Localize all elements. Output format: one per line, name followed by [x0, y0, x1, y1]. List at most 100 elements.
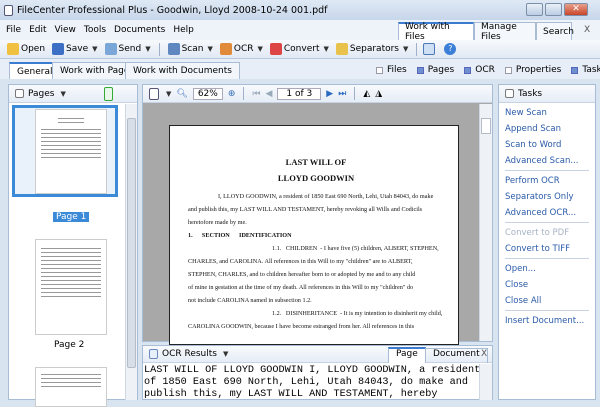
- tab-label: Search: [543, 26, 574, 37]
- scrollbar-thumb[interactable]: [127, 118, 136, 368]
- ocr-close-button[interactable]: X: [481, 349, 487, 359]
- tab-label: Work with Files: [405, 22, 450, 42]
- rotate-right-icon[interactable]: ◮: [375, 89, 382, 99]
- tasks-list: New Scan Append Scan Scan to Word Advanced …: [499, 103, 595, 329]
- page-thumbnail-2[interactable]: [35, 239, 107, 335]
- panel-toggles: Files Pages OCR Properties Tasks: [376, 65, 600, 75]
- ocr-tab-page[interactable]: Page: [388, 347, 426, 363]
- close-tabs-button[interactable]: X: [584, 25, 590, 35]
- save-button[interactable]: Save ▼: [50, 43, 99, 55]
- menu-file[interactable]: File: [6, 25, 21, 35]
- separators-icon: [335, 43, 348, 55]
- tab-work-with-documents[interactable]: Work with Documents: [125, 62, 240, 79]
- zoom-out-icon[interactable]: 🔍︎: [176, 89, 187, 99]
- toggle-files[interactable]: Files: [376, 65, 407, 75]
- divider: [243, 87, 245, 100]
- pdf-icon: [269, 43, 282, 55]
- zoom-in-icon[interactable]: ⊕: [228, 89, 236, 99]
- page-1-label: Page 1: [53, 212, 90, 222]
- menu-edit[interactable]: Edit: [29, 25, 46, 35]
- toggle-label: Files: [387, 65, 407, 75]
- task-close-all[interactable]: Close All: [499, 293, 595, 309]
- window-close-button[interactable]: ✕: [564, 3, 588, 16]
- send-button[interactable]: Send ▼: [103, 43, 153, 55]
- tab-label: Work with Pages: [60, 66, 135, 76]
- window-icon[interactable]: [423, 43, 436, 55]
- ocr-button[interactable]: OCR ▼: [218, 43, 265, 55]
- toggle-pages[interactable]: Pages: [416, 65, 455, 75]
- chevron-down-icon[interactable]: ▼: [166, 90, 171, 98]
- ocr-text[interactable]: LAST WILL OF LLOYD GOODWIN I, LLOYD GOOD…: [144, 365, 480, 401]
- tab-search[interactable]: Search: [536, 22, 574, 40]
- menu-tools[interactable]: Tools: [84, 25, 106, 35]
- toggle-label: Tasks: [582, 65, 600, 75]
- separators-label: Separators: [349, 44, 399, 54]
- chevron-down-icon[interactable]: ▼: [223, 350, 228, 358]
- toggle-label: Pages: [427, 65, 455, 75]
- scrollbar-thumb[interactable]: [481, 118, 491, 134]
- prev-page-icon[interactable]: ◀: [266, 89, 273, 99]
- page-number-input[interactable]: 1 of 3: [277, 87, 322, 100]
- rotate-left-icon[interactable]: ◭: [363, 89, 370, 99]
- doc-line: CHARLES, and CAROLINA. All references in…: [188, 258, 413, 265]
- send-icon: [104, 43, 117, 55]
- scan-button[interactable]: Scan ▼: [166, 43, 215, 55]
- ocr-title[interactable]: OCR Results: [162, 349, 217, 359]
- task-advanced-scan[interactable]: Advanced Scan...: [499, 153, 595, 169]
- separators-button[interactable]: Separators ▼: [334, 43, 411, 55]
- toggle-label: Properties: [515, 65, 562, 75]
- help-icon[interactable]: ?: [444, 43, 457, 55]
- doc-line: 1. SECTION IDENTIFICATION: [188, 232, 292, 239]
- tab-label: Document: [433, 349, 480, 359]
- doc-line: of mine in gestation at the time of my d…: [188, 284, 414, 291]
- task-convert-to-tiff[interactable]: Convert to TIFF: [499, 241, 595, 257]
- tab-work-with-files[interactable]: Work with Files: [398, 22, 474, 42]
- thumbnail-page-image: [35, 109, 107, 194]
- page-view-icon[interactable]: [149, 87, 159, 100]
- next-page-icon[interactable]: ▶: [326, 89, 333, 99]
- toggle-ocr[interactable]: OCR: [464, 65, 495, 75]
- convert-button[interactable]: Convert ▼: [268, 43, 331, 55]
- maximize-button[interactable]: [545, 3, 562, 16]
- checkbox: [376, 66, 383, 74]
- send-label: Send: [118, 44, 142, 54]
- task-advanced-ocr[interactable]: Advanced OCR...: [499, 205, 595, 221]
- task-separators-only[interactable]: Separators Only: [499, 189, 595, 205]
- task-new-scan[interactable]: New Scan: [499, 105, 595, 121]
- tab-manage-files[interactable]: Manage Files: [474, 22, 536, 42]
- open-button[interactable]: Open: [5, 43, 47, 55]
- ocr-label: OCR: [233, 44, 254, 54]
- viewer-scrollbar[interactable]: [479, 104, 492, 341]
- tasks-title: Tasks: [518, 88, 543, 99]
- toggle-tasks[interactable]: Tasks: [571, 65, 600, 75]
- menu-help[interactable]: Help: [173, 25, 194, 35]
- thumbnail-size-slider[interactable]: [103, 86, 113, 101]
- floppy-icon: [52, 43, 65, 55]
- menu-view[interactable]: View: [55, 25, 76, 35]
- task-divider: [505, 170, 589, 171]
- pages-scrollbar[interactable]: [125, 104, 137, 400]
- zoom-input[interactable]: 62%: [192, 87, 223, 100]
- menu-documents[interactable]: Documents: [114, 25, 165, 35]
- first-page-icon[interactable]: ⏮: [252, 89, 260, 99]
- ocr-scrollbar[interactable]: [479, 364, 492, 400]
- last-page-icon[interactable]: ⏭: [338, 89, 346, 99]
- minimize-button[interactable]: [526, 3, 543, 16]
- task-perform-ocr[interactable]: Perform OCR: [499, 173, 595, 189]
- task-close[interactable]: Close: [499, 277, 595, 293]
- checkbox: [464, 66, 472, 74]
- clipboard-icon: [505, 89, 514, 98]
- toggle-properties[interactable]: Properties: [504, 65, 562, 75]
- task-append-scan[interactable]: Append Scan: [499, 121, 595, 137]
- task-open[interactable]: Open...: [499, 261, 595, 277]
- doc-line: I, LLOYD GOODWIN, a resident of 1850 Eas…: [218, 193, 434, 200]
- ocr-tab-document[interactable]: Document: [425, 348, 488, 363]
- task-divider: [505, 310, 589, 311]
- title-bar: FileCenter Professional Plus - Goodwin, …: [0, 0, 600, 20]
- task-scan-to-word[interactable]: Scan to Word: [499, 137, 595, 153]
- chevron-down-icon[interactable]: ▼: [60, 90, 65, 98]
- task-insert-document[interactable]: Insert Document...: [499, 313, 595, 329]
- pages-panel-title[interactable]: Pages: [28, 89, 54, 99]
- page-thumbnail-3[interactable]: [35, 367, 107, 407]
- doc-line: 1.2. DISINHERITANCE - It is my intention…: [272, 310, 443, 317]
